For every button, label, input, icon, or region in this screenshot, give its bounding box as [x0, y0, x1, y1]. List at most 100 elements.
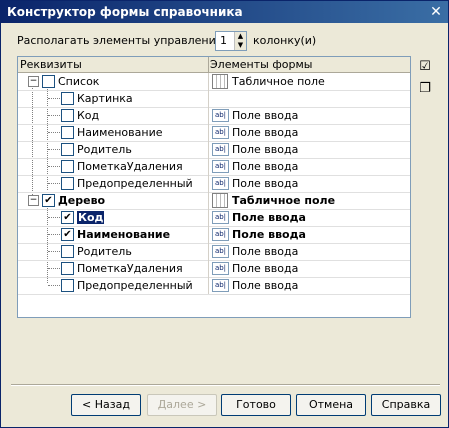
input-field-icon: ab|: [212, 228, 229, 241]
grid-row[interactable]: ПометкаУдаления ab| Поле ввода: [18, 158, 410, 176]
grid-row[interactable]: Картинка: [18, 90, 410, 108]
input-field-icon: ab|: [212, 211, 229, 224]
grid-row[interactable]: − ✔ Дерево Табличное поле: [18, 192, 410, 210]
requisites-grid[interactable]: Реквизиты Элементы формы − Список Таблично…: [17, 56, 411, 318]
checkbox[interactable]: [61, 262, 74, 275]
requisite-label[interactable]: Предопределенный: [77, 177, 193, 190]
requisite-label[interactable]: ПометкаУдаления: [77, 262, 183, 275]
checkbox-checked[interactable]: ✔: [42, 194, 55, 207]
grid-row[interactable]: Родитель ab| Поле ввода: [18, 141, 410, 159]
form-element-label[interactable]: Поле ввода: [232, 143, 298, 156]
grid-row[interactable]: Предопределенный ab| Поле ввода: [18, 277, 410, 295]
form-element-label[interactable]: Поле ввода: [232, 109, 298, 122]
requisite-label[interactable]: ПометкаУдаления: [77, 160, 183, 173]
check-all-icon[interactable]: ☑: [417, 59, 433, 75]
requisite-label[interactable]: Предопределенный: [77, 279, 193, 292]
column-divider: [208, 90, 209, 107]
columns-suffix: колонку(и): [253, 34, 317, 47]
grid-header: Реквизиты Элементы формы: [18, 57, 410, 73]
grid-row[interactable]: ✔ Код ab| Поле ввода: [18, 209, 410, 227]
tree-line: [48, 149, 60, 150]
column-divider: [208, 243, 209, 260]
form-element-label[interactable]: Поле ввода: [232, 160, 298, 173]
form-element-label[interactable]: Поле ввода: [232, 245, 298, 258]
column-divider: [208, 73, 209, 90]
requisite-label[interactable]: Дерево: [58, 194, 105, 207]
tree-line: [48, 234, 60, 235]
form-element-label[interactable]: Поле ввода: [232, 228, 306, 241]
input-field-icon: ab|: [212, 177, 229, 190]
input-field-icon: ab|: [212, 245, 229, 258]
help-button[interactable]: Справка: [371, 394, 441, 416]
column-divider: [208, 158, 209, 175]
checkbox[interactable]: [61, 109, 74, 122]
title-bar[interactable]: Конструктор формы справочника ✕: [1, 1, 448, 23]
column-divider: [208, 192, 209, 209]
columns-value[interactable]: 1: [220, 34, 227, 47]
checkbox[interactable]: [61, 92, 74, 105]
checkbox-checked[interactable]: ✔: [61, 211, 74, 224]
copy-icon[interactable]: ❐: [417, 81, 433, 97]
requisite-label[interactable]: Код: [77, 109, 99, 122]
dialog-window: Конструктор формы справочника ✕ Располаг…: [0, 0, 449, 428]
checkbox[interactable]: [61, 126, 74, 139]
input-field-icon: ab|: [212, 109, 229, 122]
header-requisites[interactable]: Реквизиты: [20, 58, 82, 71]
checkbox[interactable]: [61, 279, 74, 292]
column-divider: [208, 209, 209, 226]
input-field-icon: ab|: [212, 262, 229, 275]
form-element-label[interactable]: Поле ввода: [232, 279, 298, 292]
next-button[interactable]: Далее >: [147, 394, 217, 416]
cancel-button[interactable]: Отмена: [296, 394, 366, 416]
requisite-label[interactable]: Родитель: [77, 143, 132, 156]
header-divider[interactable]: [208, 57, 209, 72]
form-element-label[interactable]: Поле ввода: [232, 262, 298, 275]
requisite-label[interactable]: Картинка: [77, 92, 133, 105]
tree-line: [48, 268, 60, 269]
grid-row[interactable]: Родитель ab| Поле ввода: [18, 243, 410, 261]
requisite-label[interactable]: Родитель: [77, 245, 132, 258]
columns-spinner[interactable]: 1 ▲ ▼: [215, 31, 247, 51]
form-element-label[interactable]: Табличное поле: [232, 194, 335, 207]
grid-row[interactable]: ✔ Наименование ab| Поле ввода: [18, 226, 410, 244]
form-element-label[interactable]: Табличное поле: [232, 75, 325, 88]
spinner-down-icon[interactable]: ▼: [235, 41, 246, 50]
grid-row[interactable]: Код ab| Поле ввода: [18, 107, 410, 125]
column-divider: [208, 277, 209, 294]
checkbox[interactable]: [61, 245, 74, 258]
tree-collapse-icon[interactable]: −: [28, 76, 39, 87]
tree-collapse-icon[interactable]: −: [28, 195, 39, 206]
tree-line: [48, 132, 60, 133]
checkbox[interactable]: [61, 143, 74, 156]
spinner-up-icon[interactable]: ▲: [235, 32, 246, 41]
separator: [11, 384, 440, 386]
finish-button[interactable]: Готово: [221, 394, 291, 416]
requisite-label[interactable]: Список: [58, 75, 99, 88]
column-divider: [208, 226, 209, 243]
requisite-label[interactable]: Наименование: [77, 126, 162, 139]
requisite-label[interactable]: Наименование: [77, 228, 170, 241]
checkbox[interactable]: [61, 160, 74, 173]
columns-label: Располагать элементы управления в: [17, 34, 233, 47]
back-button[interactable]: < Назад: [71, 394, 141, 416]
column-divider: [208, 107, 209, 124]
requisite-label[interactable]: Код: [77, 211, 105, 224]
checkbox[interactable]: [42, 75, 55, 88]
form-element-label[interactable]: Поле ввода: [232, 177, 298, 190]
grid-row[interactable]: ПометкаУдаления ab| Поле ввода: [18, 260, 410, 278]
tree-line: [48, 166, 60, 167]
column-divider: [208, 141, 209, 158]
grid-row[interactable]: − Список Табличное поле: [18, 73, 410, 91]
checkbox[interactable]: [61, 177, 74, 190]
form-element-label[interactable]: Поле ввода: [232, 211, 306, 224]
form-element-label[interactable]: Поле ввода: [232, 126, 298, 139]
input-field-icon: ab|: [212, 126, 229, 139]
tree-line: [48, 251, 60, 252]
close-button[interactable]: ✕: [428, 4, 444, 20]
grid-row[interactable]: Предопределенный ab| Поле ввода: [18, 175, 410, 193]
header-elements[interactable]: Элементы формы: [210, 58, 312, 71]
spinner-arrows[interactable]: ▲ ▼: [234, 32, 246, 50]
checkbox-checked[interactable]: ✔: [61, 228, 74, 241]
table-icon: [212, 74, 228, 89]
grid-row[interactable]: Наименование ab| Поле ввода: [18, 124, 410, 142]
